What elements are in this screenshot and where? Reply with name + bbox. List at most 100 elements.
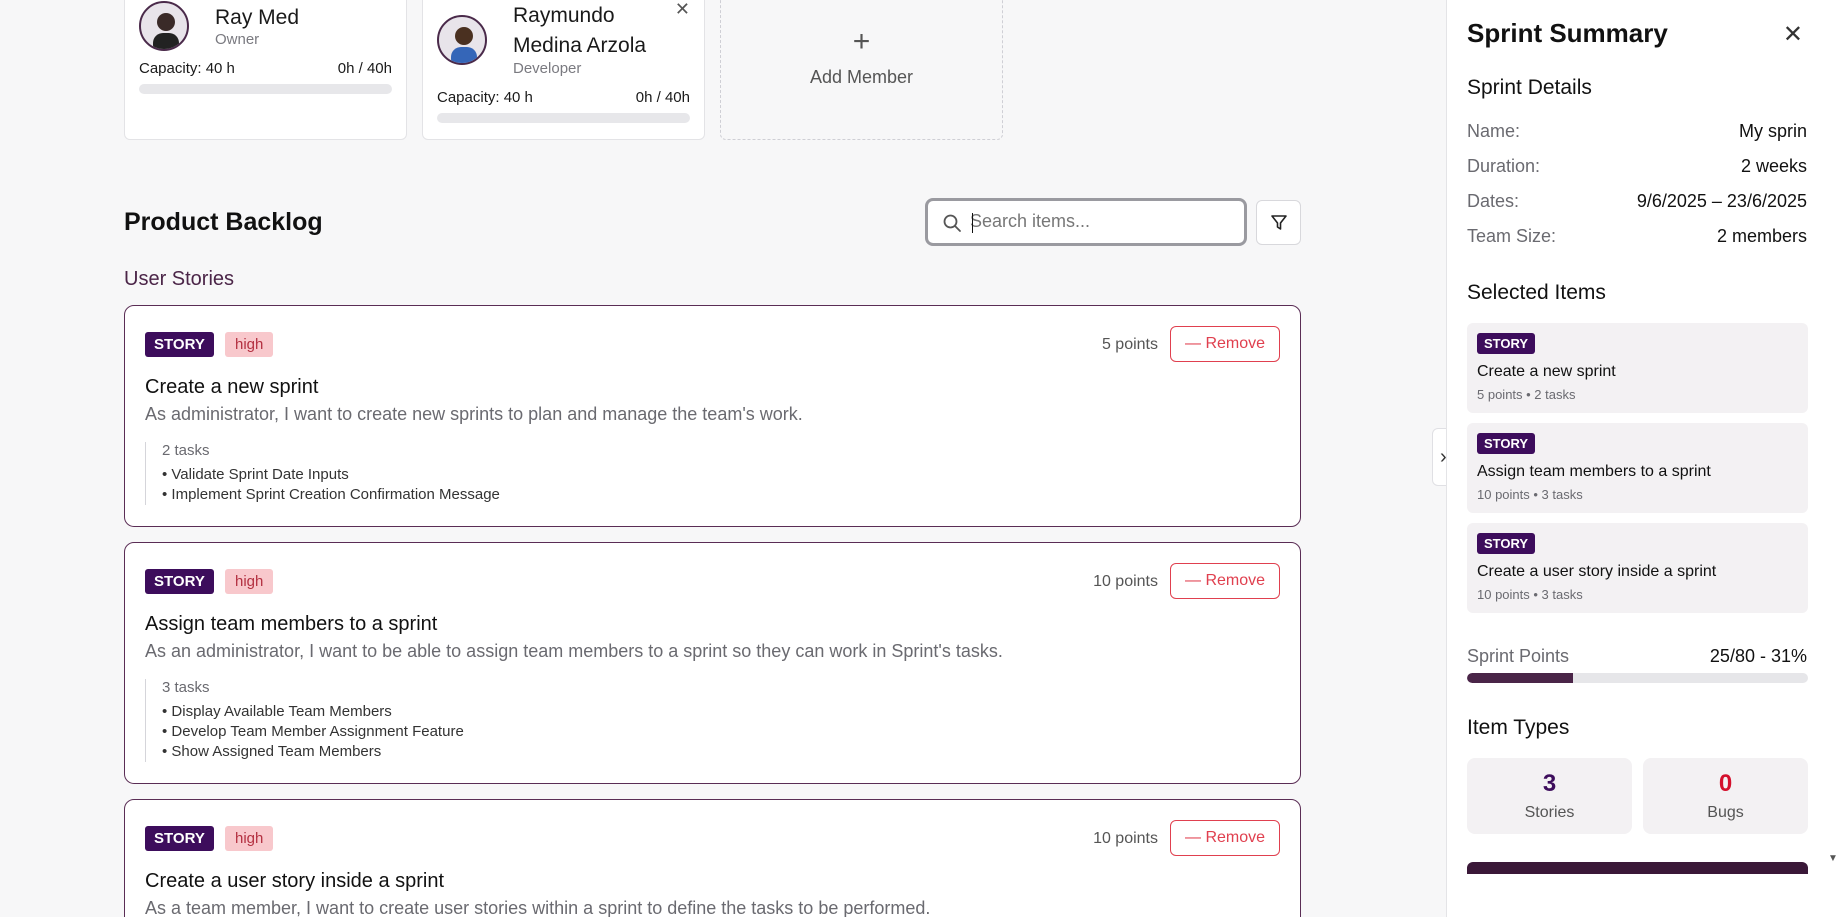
add-member-button[interactable]: + Add Member [720, 0, 1003, 140]
story-description: As an administrator, I want to be able t… [145, 641, 1003, 661]
task-count: 2 tasks [162, 442, 210, 459]
detail-label: Name: [1467, 121, 1521, 141]
minus-icon: — [1184, 829, 1201, 846]
bugs-count: 0 [1718, 770, 1733, 797]
story-description: As administrator, I want to create new s… [145, 404, 803, 424]
story-card[interactable]: STORY high 10 points — Remove Assign tea… [124, 542, 1301, 784]
detail-label: Dates: [1467, 191, 1520, 211]
stories-count: 3 [1542, 770, 1557, 797]
type-badge: STORY [145, 826, 214, 851]
minus-icon: — [1184, 335, 1201, 352]
task-list: 2 tasks • Validate Sprint Date Inputs • … [145, 442, 500, 505]
member-role: Developer [513, 60, 582, 77]
bugs-count-card: 0 Bugs [1643, 758, 1808, 834]
selected-item-meta: 10 points • 3 tasks [1477, 487, 1583, 502]
capacity-label: Capacity: 40 h [437, 89, 533, 106]
main-area: Ray Med Owner Capacity: 40 h 0h / 40h ✕ … [0, 0, 1445, 917]
selected-item-title: Assign team members to a sprint [1477, 463, 1711, 480]
selected-item[interactable]: STORY Assign team members to a sprint 10… [1467, 423, 1808, 513]
stories-label: Stories [1524, 804, 1575, 821]
filter-icon [1271, 215, 1287, 230]
task-item: • Display Available Team Members [162, 703, 392, 720]
story-points: 10 points [1093, 573, 1158, 590]
member-card: ✕ Raymundo Medina Arzola Developer Capac… [422, 0, 705, 140]
filter-button[interactable] [1256, 200, 1301, 245]
close-icon[interactable]: ✕ [1783, 20, 1803, 49]
item-types-heading: Item Types [1467, 716, 1570, 739]
sprint-points-label: Sprint Points [1467, 646, 1570, 666]
detail-label: Duration: [1467, 156, 1541, 176]
type-badge: STORY [145, 569, 214, 594]
plus-icon: + [852, 25, 871, 58]
sprint-points-bar [1467, 673, 1808, 683]
story-title: Create a user story inside a sprint [145, 870, 445, 892]
capacity-label: Capacity: 40 h [139, 60, 235, 77]
panel-title: Sprint Summary [1467, 18, 1668, 48]
section-label: User Stories [124, 268, 235, 290]
panel-action-button[interactable] [1467, 862, 1808, 874]
story-description: As a team member, I want to create user … [145, 898, 931, 917]
detail-value: 2 weeks [1740, 156, 1807, 176]
remove-button[interactable]: — Remove [1170, 820, 1280, 856]
task-item: • Implement Sprint Creation Confirmation… [162, 486, 500, 503]
member-name-line-1: Raymundo [513, 4, 615, 27]
selected-items-heading: Selected Items [1467, 281, 1606, 304]
capacity-value: 0h / 40h [337, 60, 392, 77]
selected-item-title: Create a new sprint [1477, 363, 1616, 380]
detail-value: My sprin [1738, 121, 1807, 141]
type-badge: STORY [145, 332, 214, 357]
minus-icon: — [1184, 572, 1201, 589]
story-points: 5 points [1101, 336, 1158, 353]
task-count: 3 tasks [162, 679, 210, 696]
remove-label: Remove [1205, 335, 1266, 352]
priority-badge: high [225, 569, 274, 594]
scroll-down-icon[interactable]: ▼ [1828, 853, 1837, 864]
remove-button[interactable]: — Remove [1170, 563, 1280, 599]
member-role: Owner [215, 31, 260, 48]
remove-label: Remove [1205, 572, 1266, 589]
member-name-line-2: Medina Arzola [513, 34, 647, 57]
sprint-summary-panel: Sprint Summary ✕ Sprint Details Name: My… [1446, 0, 1837, 917]
stories-count-card: 3 Stories [1467, 758, 1632, 834]
search-input[interactable] [970, 211, 1230, 232]
selected-item-title: Create a user story inside a sprint [1477, 563, 1717, 580]
page-title: Product Backlog [124, 208, 323, 236]
sprint-points-fill [1467, 673, 1573, 683]
remove-member-icon[interactable]: ✕ [675, 0, 690, 20]
member-card: Ray Med Owner Capacity: 40 h 0h / 40h [124, 0, 407, 140]
avatar [437, 15, 487, 65]
detail-value: 9/6/2025 – 23/6/2025 [1636, 191, 1807, 211]
capacity-bar [437, 113, 690, 123]
remove-button[interactable]: — Remove [1170, 326, 1280, 362]
story-card[interactable]: STORY high 10 points — Remove Create a u… [124, 799, 1301, 917]
task-list: 3 tasks • Display Available Team Members… [145, 679, 464, 762]
story-points: 10 points [1093, 830, 1158, 847]
type-badge: STORY [1477, 433, 1536, 454]
text-caret [972, 213, 973, 233]
capacity-bar [139, 84, 392, 94]
sprint-points-value: 25/80 - 31% [1709, 646, 1807, 666]
selected-item-meta: 10 points • 3 tasks [1477, 587, 1583, 602]
story-card[interactable]: STORY high 5 points — Remove Create a ne… [124, 305, 1301, 527]
member-name: Ray Med [215, 6, 300, 29]
detail-value: 2 members [1716, 226, 1807, 246]
search-icon [942, 213, 962, 238]
story-title: Assign team members to a sprint [145, 613, 438, 635]
search-box[interactable] [925, 198, 1247, 246]
detail-label: Team Size: [1467, 226, 1557, 246]
bugs-label: Bugs [1707, 804, 1744, 821]
selected-item[interactable]: STORY Create a user story inside a sprin… [1467, 523, 1808, 613]
priority-badge: high [225, 332, 274, 357]
sprint-details-heading: Sprint Details [1467, 76, 1592, 99]
capacity-value: 0h / 40h [635, 89, 690, 106]
remove-label: Remove [1205, 829, 1266, 846]
task-item: • Show Assigned Team Members [162, 743, 382, 760]
add-member-label: Add Member [809, 67, 914, 87]
priority-badge: high [225, 826, 274, 851]
type-badge: STORY [1477, 333, 1536, 354]
task-item: • Develop Team Member Assignment Feature [162, 723, 464, 740]
story-title: Create a new sprint [145, 376, 319, 398]
type-badge: STORY [1477, 533, 1536, 554]
selected-item-meta: 5 points • 2 tasks [1477, 387, 1576, 402]
selected-item[interactable]: STORY Create a new sprint 5 points • 2 t… [1467, 323, 1808, 413]
